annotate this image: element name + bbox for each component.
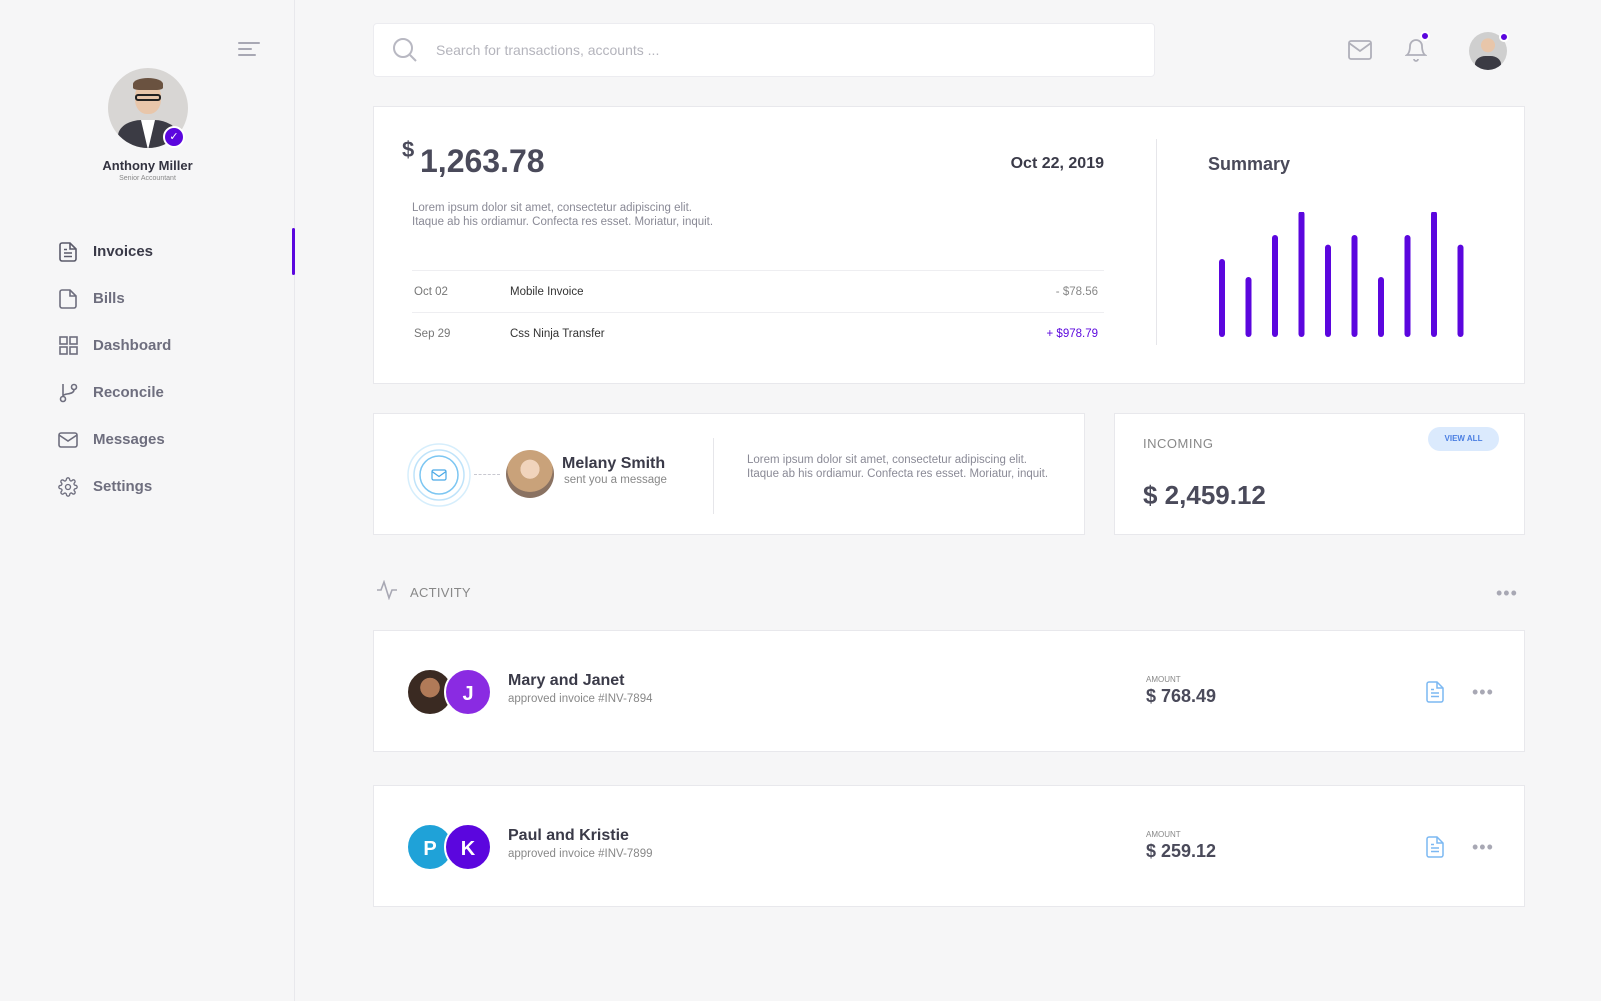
sidebar-nav: Invoices Bills Dashboard Reconcile Messa… bbox=[0, 228, 295, 510]
activity-subtitle: approved invoice #INV-7894 bbox=[508, 693, 653, 705]
sidebar-item-invoices[interactable]: Invoices bbox=[0, 228, 295, 275]
summary-chart bbox=[1219, 212, 1464, 337]
activity-item[interactable]: J Mary and Janet approved invoice #INV-7… bbox=[373, 630, 1525, 752]
activity-icon bbox=[376, 579, 398, 605]
divider bbox=[1156, 139, 1157, 345]
document-icon[interactable] bbox=[1426, 681, 1444, 703]
sidebar-item-label: Settings bbox=[93, 478, 153, 495]
avatar[interactable] bbox=[506, 450, 554, 498]
sidebar: ✓ Anthony Miller Senior Accountant Invoi… bbox=[0, 0, 295, 1001]
grid-icon bbox=[58, 336, 78, 356]
table-row[interactable]: Sep 29 Css Ninja Transfer + $978.79 bbox=[412, 312, 1104, 354]
summary-title: Summary bbox=[1208, 154, 1291, 174]
amount-value: $ 768.49 bbox=[1146, 686, 1217, 706]
profile-name: Anthony Miller bbox=[102, 158, 193, 173]
table-row[interactable]: Oct 02 Mobile Invoice - $78.56 bbox=[412, 270, 1104, 312]
activity-subtitle: approved invoice #INV-7899 bbox=[508, 848, 653, 860]
tx-name: Css Ninja Transfer bbox=[510, 327, 605, 340]
divider bbox=[713, 438, 714, 514]
document-icon[interactable] bbox=[1426, 836, 1444, 858]
notification-dot bbox=[1420, 31, 1430, 41]
activity-label: ACTIVITY bbox=[410, 585, 471, 600]
balance-date: Oct 22, 2019 bbox=[1010, 155, 1104, 172]
more-options-icon[interactable]: ••• bbox=[1472, 683, 1494, 701]
currency-symbol: $ bbox=[402, 137, 415, 162]
amount-label: AMOUNT bbox=[1146, 830, 1181, 839]
search-input[interactable] bbox=[436, 42, 1036, 58]
activity-item[interactable]: P K Paul and Kristie approved invoice #I… bbox=[373, 785, 1525, 907]
file-text-icon bbox=[58, 241, 78, 262]
tx-date: Sep 29 bbox=[414, 327, 451, 340]
avatar: J bbox=[444, 668, 492, 716]
profile-role: Senior Accountant bbox=[119, 175, 176, 182]
file-icon bbox=[58, 288, 78, 309]
mail-icon[interactable] bbox=[1348, 40, 1372, 60]
sidebar-item-label: Messages bbox=[93, 431, 165, 448]
sender-subtitle: sent you a message bbox=[564, 474, 667, 486]
sidebar-item-reconcile[interactable]: Reconcile bbox=[0, 369, 295, 416]
search-bar bbox=[373, 23, 1155, 77]
balance-card: $ 1,263.78 Oct 22, 2019 Lorem ipsum dolo… bbox=[373, 106, 1525, 384]
activity-title: Paul and Kristie bbox=[508, 827, 629, 844]
sidebar-item-dashboard[interactable]: Dashboard bbox=[0, 322, 295, 369]
git-branch-icon bbox=[58, 383, 78, 403]
mail-rings-icon bbox=[407, 443, 471, 507]
message-text: Lorem ipsum dolor sit amet, consectetur … bbox=[747, 454, 1049, 480]
sidebar-item-settings[interactable]: Settings bbox=[0, 463, 295, 510]
incoming-label: INCOMING bbox=[1143, 436, 1214, 451]
sidebar-item-messages[interactable]: Messages bbox=[0, 416, 295, 463]
sidebar-item-label: Reconcile bbox=[93, 384, 164, 401]
sidebar-item-label: Dashboard bbox=[93, 337, 172, 354]
avatar: K bbox=[444, 823, 492, 871]
gear-icon bbox=[58, 476, 78, 497]
incoming-amount: $ 2,459.12 bbox=[1143, 480, 1266, 510]
balance-description: Lorem ipsum dolor sit amet, consectetur … bbox=[412, 202, 714, 228]
more-options-icon[interactable]: ••• bbox=[1472, 838, 1494, 856]
tx-amount: + $978.79 bbox=[1046, 327, 1098, 340]
tx-amount: - $78.56 bbox=[1055, 285, 1098, 298]
verified-check-icon: ✓ bbox=[163, 126, 185, 148]
sender-name: Melany Smith bbox=[562, 455, 666, 472]
balance-amount: 1,263.78 bbox=[420, 143, 545, 179]
sidebar-item-label: Invoices bbox=[93, 243, 154, 260]
menu-toggle-icon[interactable] bbox=[238, 42, 260, 58]
search-icon bbox=[392, 37, 418, 63]
mail-icon bbox=[58, 430, 78, 450]
tx-date: Oct 02 bbox=[414, 285, 448, 298]
incoming-card: INCOMING VIEW ALL $ 2,459.12 bbox=[1114, 413, 1525, 535]
amount-value: $ 259.12 bbox=[1146, 841, 1217, 861]
activity-header: ACTIVITY bbox=[376, 579, 471, 605]
view-all-button[interactable]: VIEW ALL bbox=[1428, 427, 1499, 451]
message-card[interactable]: Melany Smith sent you a message Lorem ip… bbox=[373, 413, 1085, 535]
sidebar-item-bills[interactable]: Bills bbox=[0, 275, 295, 322]
connector-line bbox=[474, 474, 500, 475]
activity-title: Mary and Janet bbox=[508, 672, 625, 689]
more-options-icon[interactable]: ••• bbox=[1496, 584, 1518, 602]
status-dot bbox=[1499, 32, 1509, 42]
tx-name: Mobile Invoice bbox=[510, 285, 584, 298]
sidebar-item-label: Bills bbox=[93, 290, 125, 307]
transactions-table: Oct 02 Mobile Invoice - $78.56 Sep 29 Cs… bbox=[412, 270, 1104, 354]
amount-label: AMOUNT bbox=[1146, 675, 1181, 684]
